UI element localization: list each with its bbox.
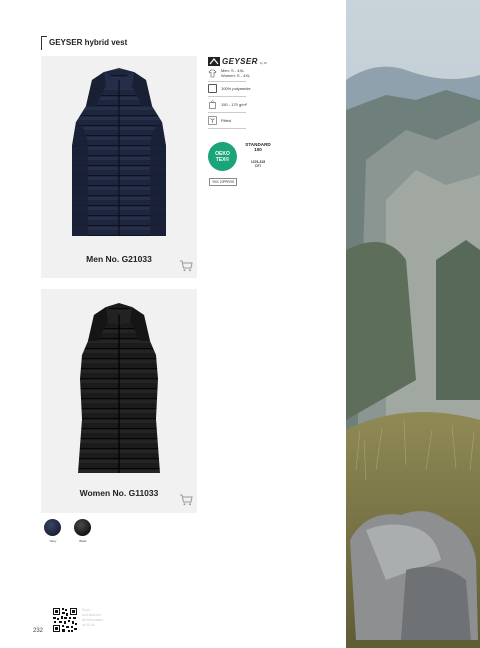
page-number: 232 [33,628,44,634]
oeko-line1: OEKO [215,150,230,157]
product-label-men: Men No. G21033 [86,254,152,264]
oeko-code: 1376-315 DTI [240,160,276,168]
fabric-icon [208,84,217,93]
qr-caption-line: on ID.dk [82,623,95,627]
spec-panel: GEYSER by ID Men: S - 4XL Women: S - 4XL… [208,56,278,186]
divider [208,96,246,97]
cart-icon[interactable] [179,494,193,506]
fit-icon [208,116,217,125]
material-text: 100% polyamide [221,86,251,91]
divider [208,128,246,129]
product-label-women: Women No. G11033 [79,488,159,498]
divider [208,112,246,113]
swatch-label-navy: Navy [49,539,57,543]
divider [208,81,246,82]
weight-icon [209,100,216,109]
product-card-men[interactable]: Men No. G21033 [41,56,197,278]
swatch-label-black: Black [79,539,87,543]
standard-line2: 100 [254,147,262,152]
page-title: GEYSER hybrid vest [49,38,128,47]
color-swatch-navy[interactable] [44,519,61,536]
geyser-logo-icon [208,56,220,66]
brand-logo: GEYSER by ID [208,56,278,66]
oeko-line2: TEX® [215,156,230,163]
weight-text: 150 - 170 g/m² [221,102,248,107]
qr-code[interactable] [52,607,78,633]
oeko-tex-badge: OEKO TEX® [208,142,237,171]
ykk-zippers-tag: YKK ZIPPERS [209,178,238,186]
spec-sizes: Men: S - 4XL Women: S - 4XL [208,68,250,78]
mountain-landscape-photo [346,0,480,648]
spec-material: 100% polyamide [208,84,251,93]
color-swatch-black[interactable] [74,519,91,536]
cart-icon[interactable] [179,260,193,272]
spec-fit: Fitted [208,116,231,125]
women-vest-image [78,303,160,473]
code-line2: DTI [255,164,261,168]
size-icon [208,69,217,77]
product-card-women[interactable]: Women No. G11033 [41,289,197,513]
sizes-women: Women: S - 4XL [221,73,251,78]
fit-text: Fitted [221,118,232,123]
oeko-standard: STANDARD 100 [240,142,276,152]
spec-weight: 150 - 170 g/m² [208,100,247,109]
brand-name: GEYSER [222,56,258,66]
men-vest-image [72,68,166,236]
title-bracket-icon [41,36,47,50]
brand-sub: by ID [259,60,267,65]
qr-caption: Scan and discover all information on ID.… [82,608,103,628]
